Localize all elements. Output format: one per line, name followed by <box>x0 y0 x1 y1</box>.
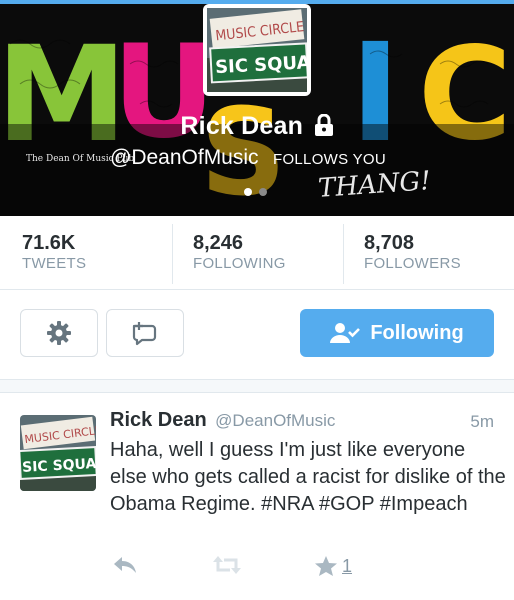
favorite-count: 1 <box>342 555 353 576</box>
direct-message-icon <box>132 322 157 346</box>
star-icon <box>315 556 337 576</box>
stat-following[interactable]: 8,246 FOLLOWING <box>193 232 286 274</box>
profile-actions: Following <box>0 291 514 379</box>
reply-message-button[interactable] <box>106 309 184 357</box>
stat-following-value: 8,246 <box>193 232 244 254</box>
profile-header-banner[interactable]: M U S I C MUSIC CIRCLE S SIC SQUARE Rick… <box>0 4 514 216</box>
stat-tweets[interactable]: 71.6K TWEETS <box>22 232 86 274</box>
reply-icon <box>114 557 136 573</box>
tweet-timestamp: 5m <box>470 412 494 431</box>
stat-followers-value: 8,708 <box>364 232 415 254</box>
profile-avatar[interactable]: MUSIC CIRCLE S SIC SQUARE <box>203 4 311 96</box>
retweet-button[interactable] <box>212 555 242 575</box>
stat-tweets-label: TWEETS <box>22 255 87 272</box>
street-sign-image: MUSIC CIRCLE S SIC SQUARE <box>20 415 96 491</box>
stat-followers[interactable]: 8,708 FOLLOWERS <box>364 232 461 274</box>
reply-button[interactable] <box>112 555 138 575</box>
follows-you-label: FOLLOWS YOU <box>272 151 387 168</box>
stat-following-label: FOLLOWING <box>193 255 286 272</box>
street-sign-image: MUSIC CIRCLE S SIC SQUARE <box>207 8 307 92</box>
stat-separator <box>343 224 344 284</box>
profile-handle-row: @DeanOfMusic FOLLOWS YOU <box>110 146 386 170</box>
stat-separator <box>172 224 173 284</box>
tweet-item[interactable]: MUSIC CIRCLE S SIC SQUARE Rick Dean @Dea… <box>0 393 514 600</box>
following-button-label: Following <box>370 321 464 344</box>
stat-tweets-value: 71.6K <box>22 232 76 254</box>
lock-icon <box>314 113 334 141</box>
tweet-author-name[interactable]: Rick Dean <box>110 409 207 431</box>
settings-button[interactable] <box>20 309 98 357</box>
tweet-text: Haha, well I guess I'm just like everyon… <box>110 439 506 515</box>
tweet-actions: 1 <box>110 555 410 581</box>
profile-handle: @DeanOfMusic <box>110 146 259 169</box>
favorite-button[interactable]: 1 <box>314 555 352 577</box>
gear-icon <box>47 321 71 345</box>
section-divider <box>0 379 514 393</box>
carousel-dots[interactable] <box>244 188 267 196</box>
profile-stats: 71.6K TWEETS 8,246 FOLLOWING 8,708 FOLLO… <box>0 216 514 290</box>
profile-name: Rick Dean <box>180 112 304 140</box>
tweet-avatar[interactable]: MUSIC CIRCLE S SIC SQUARE <box>20 415 96 491</box>
tweet-header: Rick Dean @DeanOfMusic 5m <box>110 409 494 432</box>
person-check-icon <box>330 323 361 343</box>
retweet-icon <box>213 556 241 574</box>
carousel-dot-active[interactable] <box>244 188 252 196</box>
profile-name-row: Rick Dean <box>0 112 514 141</box>
tweet-author-handle[interactable]: @DeanOfMusic <box>215 411 335 430</box>
following-button[interactable]: Following <box>300 309 494 357</box>
stat-followers-label: FOLLOWERS <box>364 255 461 272</box>
carousel-dot[interactable] <box>259 188 267 196</box>
